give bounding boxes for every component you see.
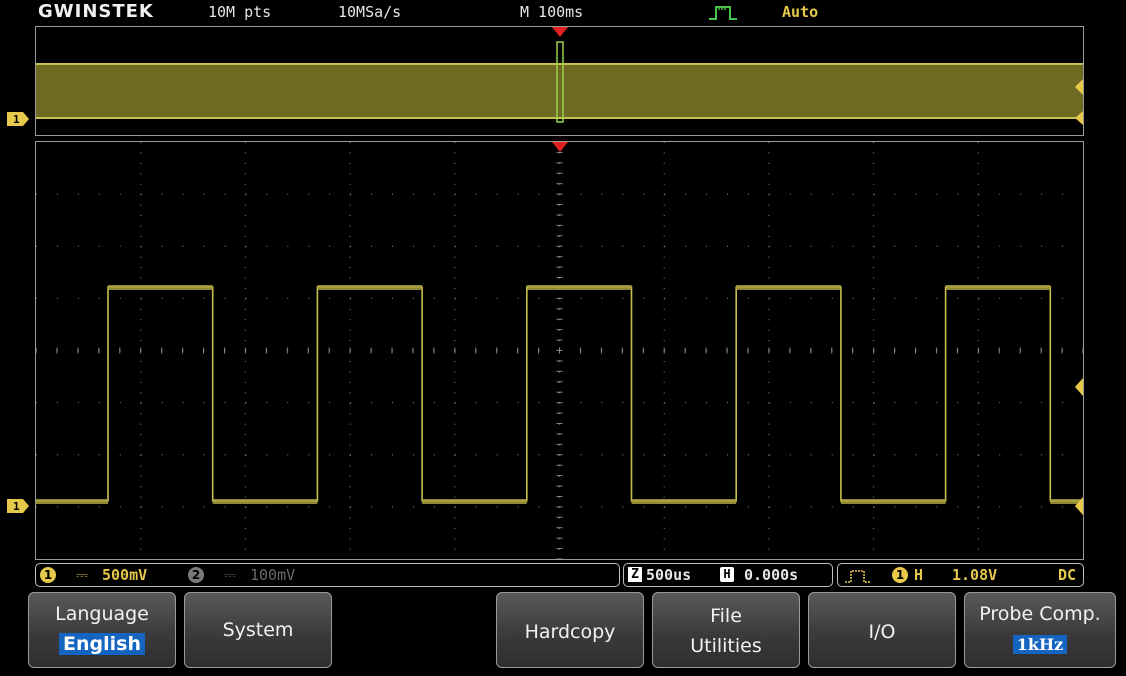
trigger-level: 1.08V bbox=[952, 566, 998, 584]
waveform-level-band bbox=[422, 499, 527, 504]
horizontal-scale: M 100ms bbox=[520, 3, 584, 21]
info-bar: 1 ⎓ 500mV 2 ⎓ 100mV Z 500us H 0.000s 1 H… bbox=[35, 562, 1084, 590]
trigger-box[interactable]: 1 H 1.08V DC bbox=[837, 563, 1084, 587]
soft-key-menu: Language English System Hardcopy File Ut… bbox=[0, 592, 1126, 676]
language-value: English bbox=[59, 633, 145, 655]
softkey-empty bbox=[340, 592, 488, 668]
oscilloscope-screen: GWINSTEK 10M pts 10MSa/s M 100ms Auto 1 … bbox=[0, 0, 1126, 676]
zoom-icon: Z bbox=[628, 567, 642, 582]
memory-overview-panel bbox=[35, 26, 1084, 136]
softkey-language-label: Language bbox=[55, 603, 149, 625]
brand-logo: GWINSTEK bbox=[38, 1, 154, 22]
channel-settings-box[interactable]: 1 ⎓ 500mV 2 ⎓ 100mV bbox=[35, 563, 620, 587]
record-length: 10M pts bbox=[208, 3, 272, 21]
trigger-position-marker-main bbox=[552, 142, 568, 152]
waveform-level-band bbox=[212, 499, 318, 504]
softkey-system-label: System bbox=[222, 619, 294, 641]
trigger-edge-pulse-icon bbox=[709, 6, 737, 20]
main-waveform-panel bbox=[35, 141, 1084, 560]
ch1-ground-marker[interactable]: 1 bbox=[7, 499, 29, 513]
trigger-position-marker bbox=[552, 27, 568, 37]
softkey-hardcopy-label: Hardcopy bbox=[524, 621, 616, 643]
timebase-box[interactable]: Z 500us H 0.000s bbox=[623, 563, 833, 587]
status-bar: GWINSTEK 10M pts 10MSa/s M 100ms Auto bbox=[0, 0, 1126, 26]
ch1-overview-marker[interactable]: 1 bbox=[7, 112, 29, 126]
overview-signal-band bbox=[36, 63, 1083, 119]
softkey-io[interactable]: I/O bbox=[808, 592, 956, 668]
waveform-level-band bbox=[631, 499, 737, 504]
ch1-indicator: 1 bbox=[40, 567, 56, 583]
dc-coupling-icon: ⎓ bbox=[76, 566, 88, 584]
trigger-slope: H bbox=[914, 566, 924, 584]
svg-text:1: 1 bbox=[13, 500, 20, 513]
softkey-system[interactable]: System bbox=[184, 592, 332, 668]
softkey-hardcopy[interactable]: Hardcopy bbox=[496, 592, 644, 668]
ch2-coupling-icon: ⎓ bbox=[224, 566, 236, 584]
waveform-level-band bbox=[945, 285, 1051, 290]
trigger-level-marker[interactable] bbox=[1075, 378, 1083, 396]
ch1-scale: 500mV bbox=[102, 566, 148, 584]
waveform-level-band bbox=[317, 285, 423, 290]
waveform-level-band bbox=[526, 285, 632, 290]
sample-rate: 10MSa/s bbox=[338, 3, 402, 21]
waveform-level-band bbox=[108, 285, 213, 290]
waveform-level-band bbox=[840, 499, 946, 504]
ch1-waveform-noise bbox=[36, 285, 1083, 504]
trigger-mode: Auto bbox=[782, 3, 819, 21]
softkey-probe-comp-label: Probe Comp. bbox=[979, 603, 1101, 625]
softkey-file-utilities[interactable]: File Utilities bbox=[652, 592, 800, 668]
svg-text:1: 1 bbox=[13, 113, 20, 126]
overview-waveform bbox=[36, 27, 1083, 125]
trigger-type-icon bbox=[845, 570, 871, 583]
trigger-coupling: DC bbox=[1058, 566, 1077, 584]
softkey-file-label: File bbox=[710, 605, 742, 627]
waveform-level-band bbox=[736, 285, 841, 290]
softkey-io-label: I/O bbox=[868, 621, 896, 643]
graticule-grid bbox=[36, 142, 1083, 559]
waveform-level-band bbox=[36, 499, 108, 504]
softkey-utilities-label: Utilities bbox=[690, 635, 762, 657]
zoom-scale: 500us bbox=[646, 566, 692, 584]
ch2-indicator: 2 bbox=[188, 567, 204, 583]
probe-comp-frequency: 1kHz bbox=[1012, 635, 1068, 654]
horizontal-position: 0.000s bbox=[744, 566, 799, 584]
softkey-language[interactable]: Language English bbox=[28, 592, 176, 668]
softkey-probe-comp[interactable]: Probe Comp. 1kHz bbox=[964, 592, 1116, 668]
ch2-scale: 100mV bbox=[250, 566, 296, 584]
graticule bbox=[36, 142, 1083, 559]
horizontal-position-icon: H bbox=[720, 567, 734, 582]
trigger-source: 1 bbox=[892, 567, 908, 583]
